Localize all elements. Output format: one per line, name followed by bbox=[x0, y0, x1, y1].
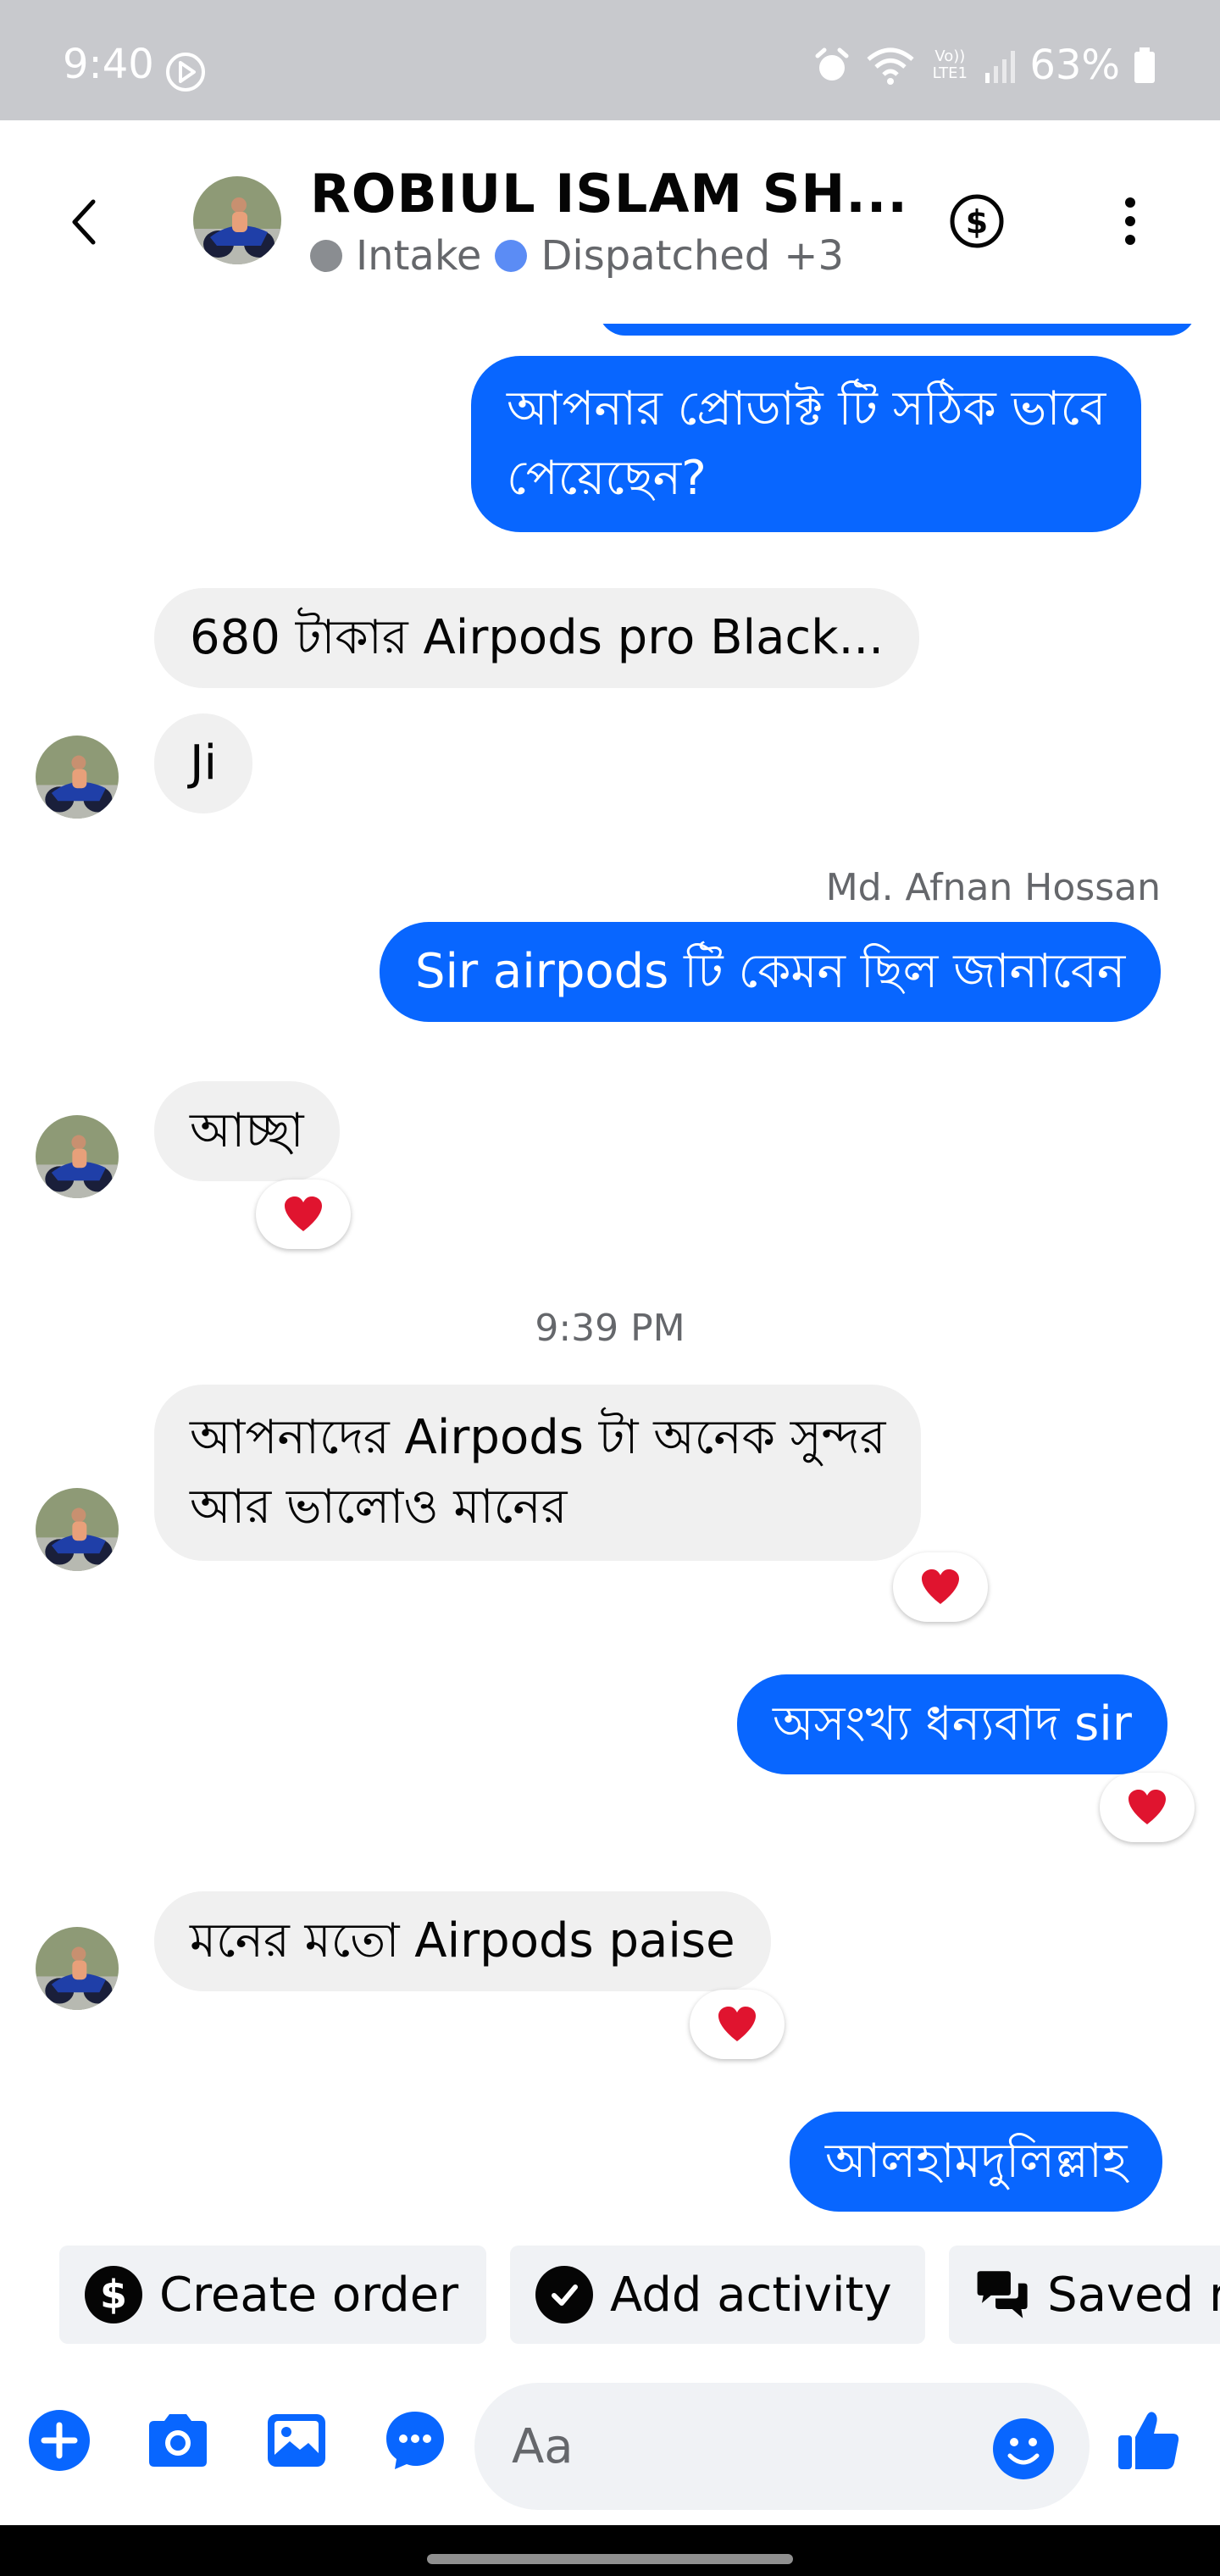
contact-avatar-small[interactable] bbox=[36, 736, 119, 819]
plus-icon bbox=[29, 2410, 90, 2471]
intake-label-dot bbox=[310, 240, 342, 272]
timestamp: 9:39 PM bbox=[535, 1307, 685, 1350]
message-list[interactable]: আপনার প্রোডাক্ট টি সঠিক ভাবে পেয়েছেন? 6… bbox=[0, 324, 1220, 2229]
more-icon[interactable] bbox=[1106, 193, 1154, 249]
create-order-label: Create order bbox=[159, 2267, 459, 2323]
add-activity-button[interactable]: Add activity bbox=[510, 2246, 925, 2344]
status-time: 9:40 bbox=[63, 41, 154, 88]
heart-icon bbox=[922, 1569, 959, 1604]
contact-avatar-small[interactable] bbox=[36, 1488, 119, 1571]
heart-icon bbox=[718, 2007, 756, 2041]
message-bubble-outgoing[interactable] bbox=[598, 324, 1196, 336]
check-icon bbox=[535, 2266, 593, 2323]
label-more-count: +3 bbox=[784, 232, 845, 280]
wifi-icon bbox=[867, 47, 914, 85]
status-bar: 9:40 Vo)) LTE1 63% bbox=[0, 0, 1220, 120]
saved-replies-label: Saved r bbox=[1047, 2267, 1220, 2323]
saved-replies-button[interactable]: Saved r bbox=[949, 2246, 1220, 2344]
reaction-badge[interactable] bbox=[1100, 1773, 1195, 1842]
contact-avatar-small[interactable] bbox=[36, 1927, 119, 2010]
network-label: Vo)) LTE1 bbox=[932, 47, 968, 82]
contact-avatar[interactable] bbox=[193, 176, 281, 264]
message-bubble-incoming[interactable]: Ji bbox=[154, 713, 253, 813]
back-arrow-icon bbox=[72, 199, 96, 245]
contact-labels[interactable]: Intake Dispatched +3 bbox=[310, 232, 844, 280]
plus-button[interactable] bbox=[25, 2407, 93, 2474]
media-play-icon bbox=[166, 53, 205, 92]
quick-reply-button[interactable] bbox=[381, 2407, 449, 2474]
message-bubble-outgoing[interactable]: অসংখ্য ধন্যবাদ sir bbox=[737, 1674, 1167, 1774]
contact-avatar-small[interactable] bbox=[36, 1115, 119, 1198]
label-dispatched: Dispatched bbox=[541, 232, 771, 280]
like-icon bbox=[1118, 2412, 1179, 2469]
contact-name[interactable]: ROBIUL ISLAM SH... bbox=[310, 163, 908, 225]
reaction-badge[interactable] bbox=[893, 1552, 988, 1622]
message-bubble-incoming[interactable]: আচ্ছা bbox=[154, 1081, 340, 1181]
message-composer bbox=[0, 2356, 1220, 2525]
message-bubble-outgoing[interactable]: Sir airpods টি কেমন ছিল জানাবেন bbox=[380, 922, 1162, 1022]
sender-name: Md. Afnan Hossan bbox=[825, 866, 1161, 909]
signal-icon bbox=[985, 51, 1016, 83]
message-bubble-incoming[interactable]: মনের মতো Airpods paise bbox=[154, 1891, 771, 1991]
gallery-button[interactable] bbox=[263, 2407, 330, 2474]
battery-icon bbox=[1134, 47, 1155, 83]
chat-header: ROBIUL ISLAM SH... Intake Dispatched +3 … bbox=[0, 120, 1220, 324]
message-bubble-outgoing[interactable]: আপনার প্রোডাক্ট টি সঠিক ভাবে পেয়েছেন? bbox=[471, 356, 1142, 532]
back-button[interactable] bbox=[51, 188, 119, 256]
like-button[interactable] bbox=[1115, 2407, 1183, 2474]
heart-icon bbox=[1128, 1790, 1166, 1824]
camera-button[interactable] bbox=[144, 2407, 212, 2474]
dollar-icon[interactable]: $ bbox=[949, 193, 1005, 249]
dispatched-label-dot bbox=[495, 240, 528, 272]
add-activity-label: Add activity bbox=[610, 2267, 892, 2323]
camera-icon bbox=[149, 2414, 207, 2467]
home-indicator[interactable] bbox=[427, 2554, 793, 2564]
message-bubble-incoming[interactable]: আপনাদের Airpods টা অনেক সুন্দর আর ভালোও … bbox=[154, 1385, 922, 1561]
status-icons: Vo)) LTE1 63% bbox=[811, 44, 1157, 86]
system-navigation-bar bbox=[0, 2525, 1220, 2576]
emoji-icon[interactable] bbox=[991, 2417, 1056, 2481]
label-intake: Intake bbox=[356, 232, 482, 280]
battery-percent: 63% bbox=[1029, 42, 1120, 89]
reaction-badge[interactable] bbox=[256, 1180, 351, 1249]
reaction-badge[interactable] bbox=[690, 1990, 785, 2059]
heart-icon bbox=[285, 1196, 322, 1231]
alarm-icon bbox=[815, 47, 849, 80]
message-bubble-incoming[interactable]: 680 টাকার Airpods pro Black... bbox=[154, 588, 920, 688]
create-order-button[interactable]: $ Create order bbox=[59, 2246, 486, 2344]
gallery-icon bbox=[268, 2414, 325, 2467]
quick-actions-bar: $ Create order Add activity Saved r bbox=[0, 2229, 1220, 2356]
quick-reply-icon bbox=[386, 2412, 444, 2469]
dollar-icon: $ bbox=[85, 2266, 142, 2323]
saved-replies-icon bbox=[977, 2271, 1028, 2318]
svg-text:$: $ bbox=[966, 203, 988, 241]
message-bubble-outgoing[interactable]: আলহামদুলিল্লাহ bbox=[790, 2112, 1163, 2212]
